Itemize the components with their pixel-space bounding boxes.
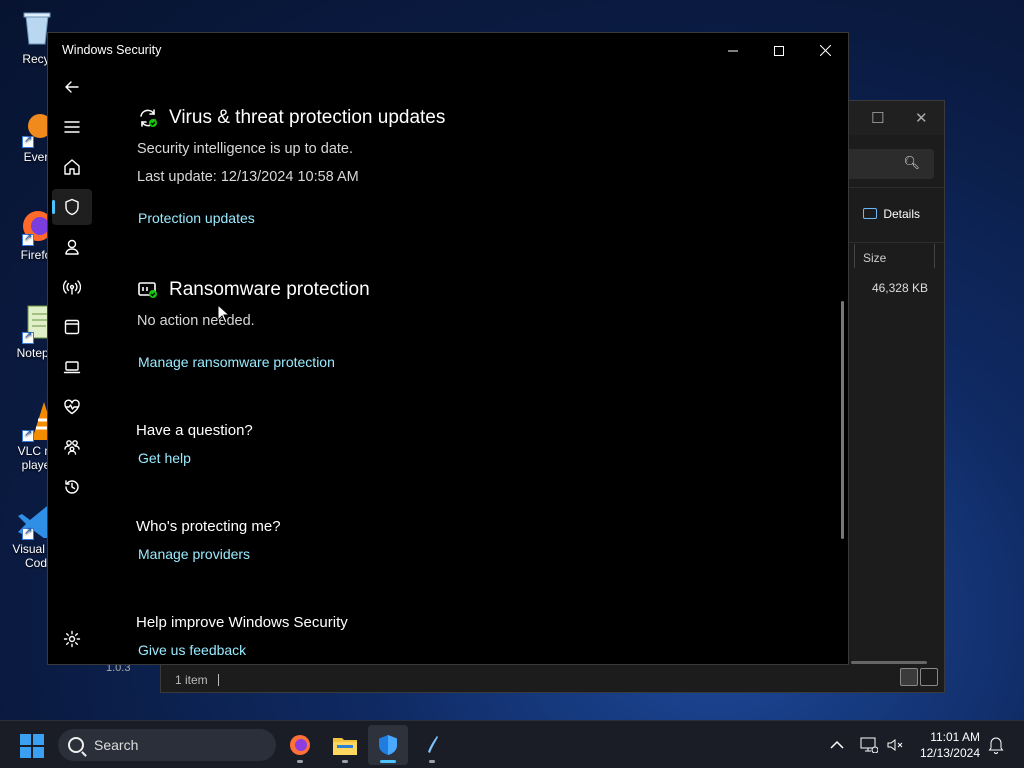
- status-bar: 1 item: [175, 673, 219, 687]
- explorer-close-icon[interactable]: ✕: [915, 109, 928, 127]
- shortcut-arrow-icon: [22, 134, 34, 148]
- details-view-button[interactable]: [900, 668, 918, 686]
- mouse-cursor-icon: [217, 304, 231, 324]
- chevron-up-icon: [830, 740, 844, 749]
- ransomware-protection-icon: [137, 279, 159, 301]
- taskbar-app-file-explorer[interactable]: [325, 725, 365, 765]
- details-label: Details: [883, 207, 920, 221]
- column-header-size[interactable]: Size: [863, 251, 886, 265]
- section-heading-updates: Virus & threat protection updates: [137, 107, 445, 129]
- section-title: Virus & threat protection updates: [169, 107, 446, 128]
- taskbar-app-windows-security[interactable]: [368, 725, 408, 765]
- shortcut-arrow-icon: [22, 428, 34, 442]
- file-explorer-icon: [333, 738, 357, 755]
- shortcut-arrow-icon: [22, 232, 34, 246]
- explorer-maximize-icon[interactable]: ☐: [871, 109, 884, 127]
- ransomware-status-text: No action needed.: [137, 313, 255, 329]
- explorer-search-input[interactable]: 🔍︎: [844, 149, 934, 179]
- horizontal-scrollbar[interactable]: [851, 661, 927, 664]
- notifications-button[interactable]: [988, 721, 1004, 768]
- content-pane: Virus & threat protection updates Securi…: [48, 33, 848, 664]
- column-divider[interactable]: [854, 244, 855, 268]
- manage-ransomware-protection-link[interactable]: Manage ransomware protection: [138, 354, 335, 370]
- have-question-heading: Have a question?: [136, 422, 253, 439]
- get-help-link[interactable]: Get help: [138, 450, 191, 466]
- taskbar-clock[interactable]: 11:01 AM 12/13/2024: [920, 729, 980, 761]
- pen-app-icon: [428, 736, 438, 753]
- volume-muted-icon: [887, 739, 903, 751]
- updates-status-text: Security intelligence is up to date.: [137, 141, 354, 157]
- show-hidden-icons-button[interactable]: [830, 721, 844, 768]
- shortcut-arrow-icon: [22, 526, 34, 540]
- column-divider[interactable]: [934, 244, 935, 268]
- search-icon: 🔍︎: [903, 155, 920, 170]
- network-status-button[interactable]: [860, 721, 878, 768]
- taskbar: Search 11:01 AM 12/13/2024: [0, 720, 1024, 768]
- taskbar-search[interactable]: Search: [58, 729, 276, 761]
- file-size-value: 46,328 KB: [871, 281, 928, 295]
- taskbar-search-label: Search: [94, 737, 139, 753]
- vertical-scrollbar[interactable]: [841, 301, 844, 539]
- clock-time: 11:01 AM: [930, 730, 980, 744]
- details-pane-icon: [863, 208, 878, 219]
- help-improve-heading: Help improve Windows Security: [136, 614, 348, 631]
- windows-security-icon: [379, 735, 397, 755]
- tiles-view-button[interactable]: [920, 668, 938, 686]
- windows-security-window[interactable]: Windows Security Virus & threat protecti…: [47, 32, 849, 665]
- clock-date: 12/13/2024: [919, 746, 980, 760]
- details-pane-button[interactable]: Details: [863, 207, 920, 221]
- section-title: Ransomware protection: [169, 279, 370, 300]
- manage-providers-link[interactable]: Manage providers: [138, 546, 250, 562]
- taskbar-app-pen[interactable]: [412, 725, 452, 765]
- network-wired-icon: [860, 737, 878, 753]
- protection-updates-icon: [137, 107, 159, 129]
- item-count: 1 item: [175, 673, 208, 687]
- search-icon: [68, 737, 84, 753]
- firefox-icon: [290, 735, 310, 755]
- give-feedback-link[interactable]: Give us feedback: [138, 642, 246, 658]
- protection-updates-link[interactable]: Protection updates: [138, 210, 255, 226]
- start-button[interactable]: [20, 734, 44, 758]
- taskbar-app-firefox[interactable]: [280, 725, 320, 765]
- bell-icon: [988, 737, 1004, 754]
- section-heading-ransomware: Ransomware protection: [137, 279, 370, 301]
- last-update-text: Last update: 12/13/2024 10:58 AM: [137, 169, 359, 185]
- who-protecting-heading: Who's protecting me?: [136, 518, 281, 535]
- volume-button[interactable]: [886, 721, 904, 768]
- shortcut-arrow-icon: [22, 330, 34, 344]
